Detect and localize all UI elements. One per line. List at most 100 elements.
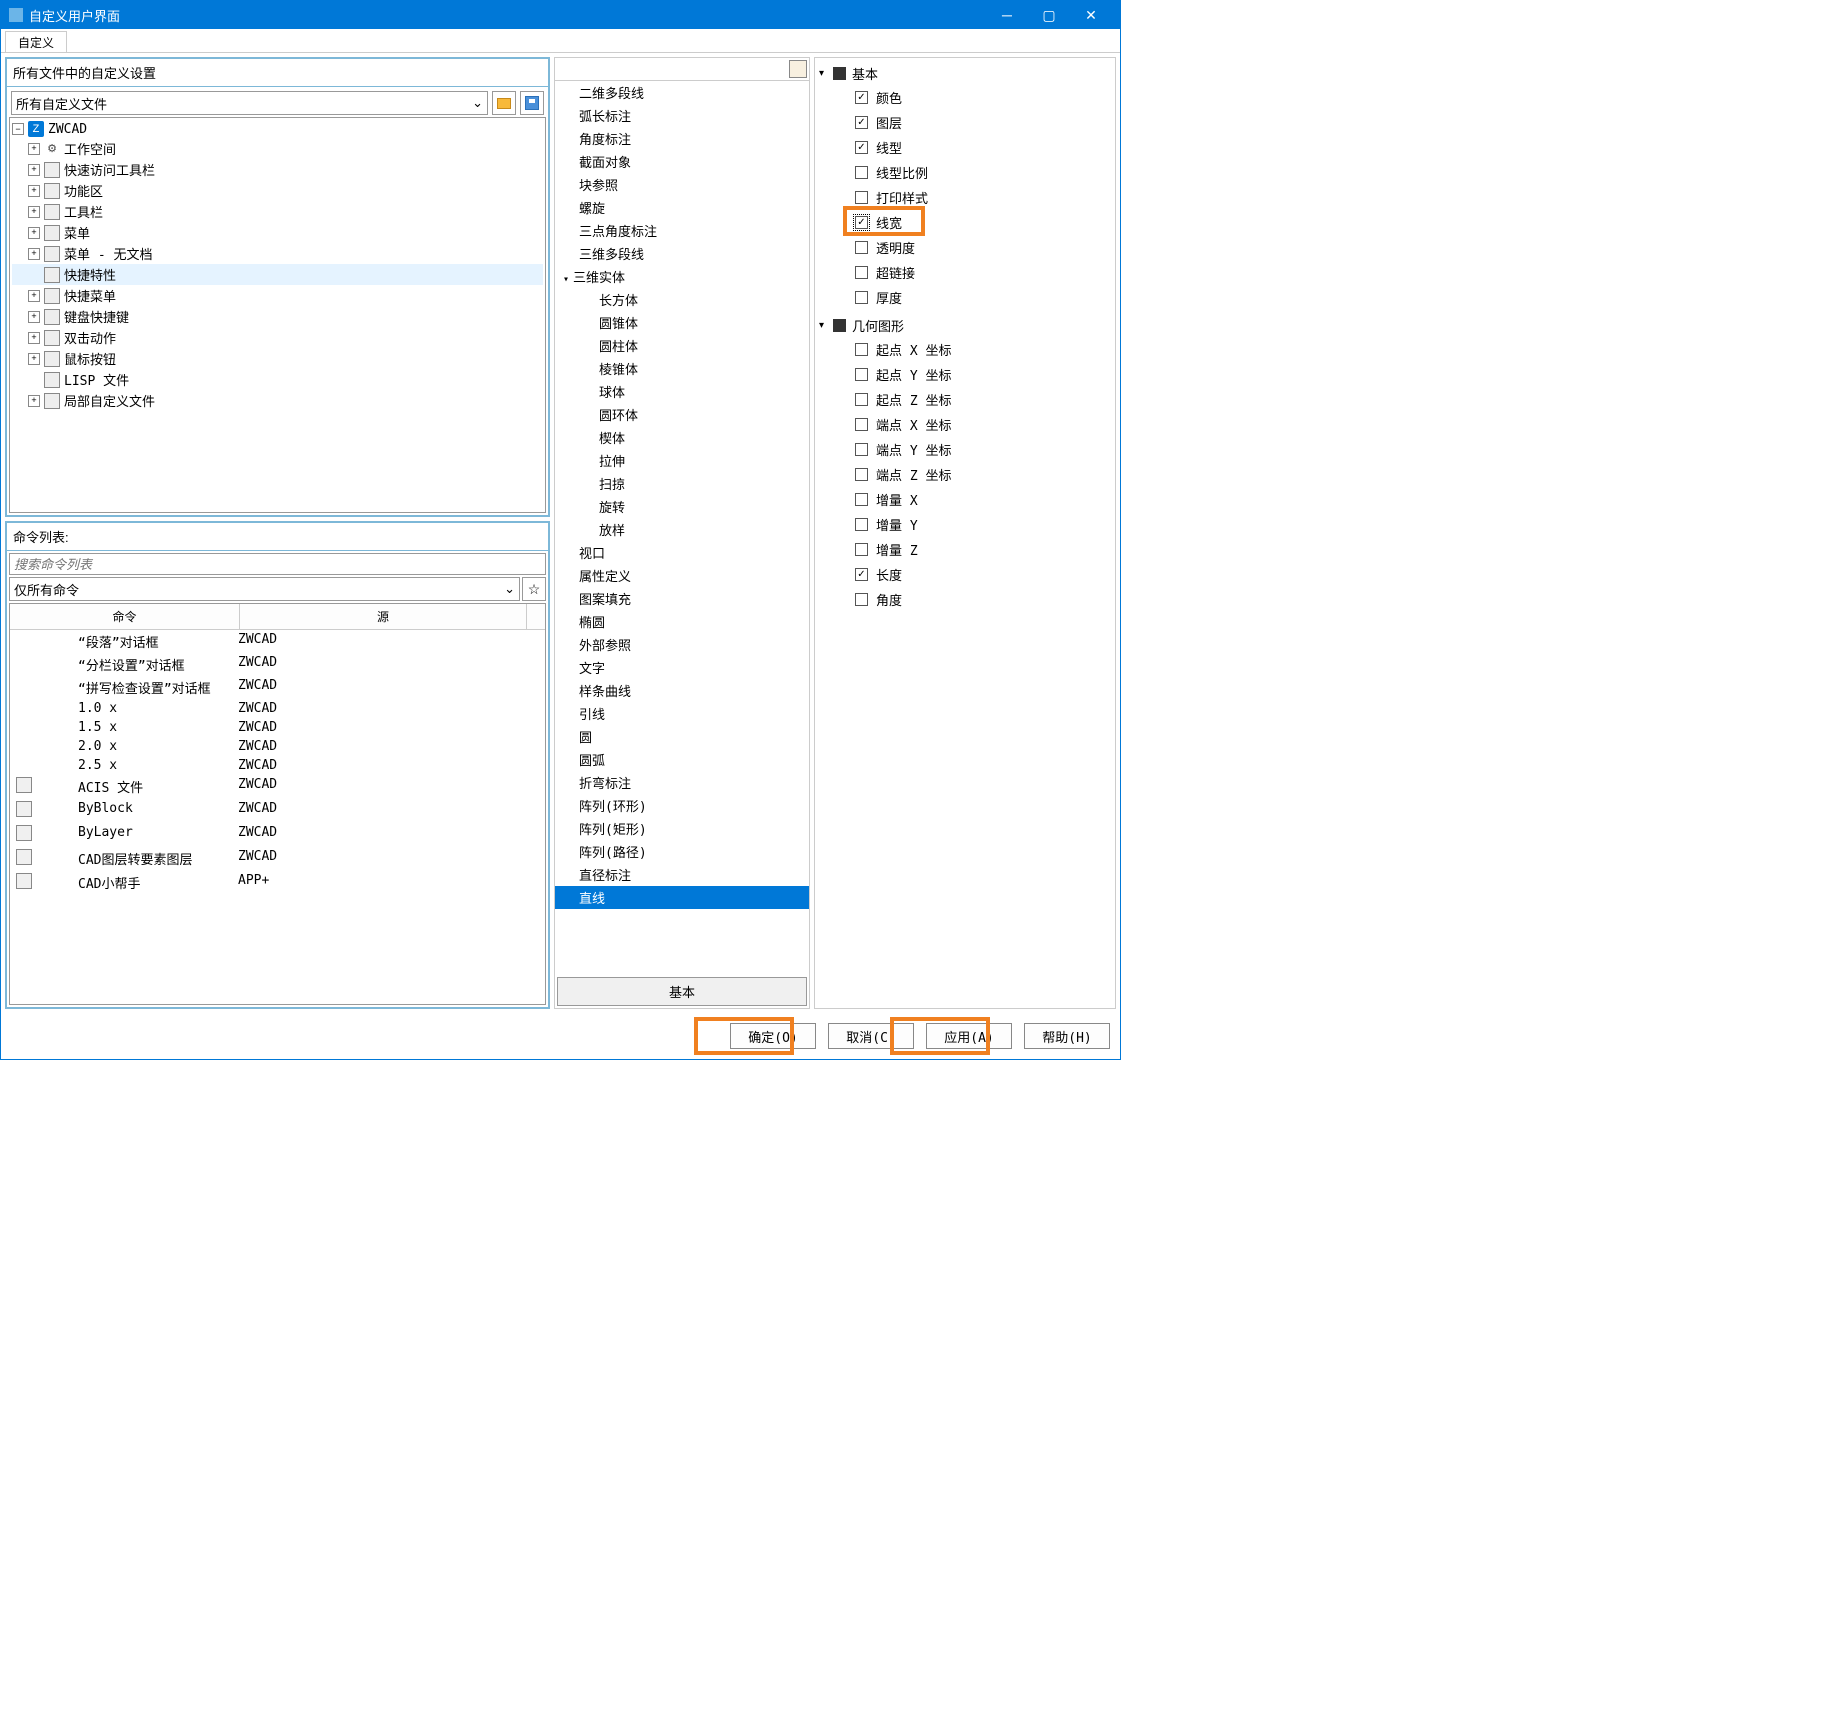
tree-node[interactable]: +鼠标按钮: [12, 348, 543, 369]
property-checkbox[interactable]: [855, 266, 868, 279]
object-type-item[interactable]: 圆环体: [555, 403, 809, 426]
tree-node[interactable]: +功能区: [12, 180, 543, 201]
object-type-item[interactable]: 阵列(环形): [555, 794, 809, 817]
tree-toggle[interactable]: +: [28, 311, 40, 323]
property-item[interactable]: 超链接: [819, 260, 1111, 285]
object-type-item[interactable]: 阵列(矩形): [555, 817, 809, 840]
property-item[interactable]: 起点 Z 坐标: [819, 387, 1111, 412]
command-row[interactable]: 2.5 xZWCAD: [10, 756, 545, 775]
object-type-item[interactable]: 圆弧: [555, 748, 809, 771]
property-checkbox[interactable]: [855, 368, 868, 381]
property-item[interactable]: 端点 Y 坐标: [819, 437, 1111, 462]
object-type-footer[interactable]: 基本: [557, 977, 807, 1006]
cancel-button[interactable]: 取消(C): [828, 1023, 914, 1049]
object-type-item[interactable]: 圆锥体: [555, 311, 809, 334]
object-type-item[interactable]: 长方体: [555, 288, 809, 311]
tree-node[interactable]: +快速访问工具栏: [12, 159, 543, 180]
property-checkbox[interactable]: [855, 141, 868, 154]
tree-node[interactable]: +⚙工作空间: [12, 138, 543, 159]
command-row[interactable]: 1.0 xZWCAD: [10, 699, 545, 718]
property-checkbox[interactable]: [855, 418, 868, 431]
property-item[interactable]: 打印样式: [819, 185, 1111, 210]
command-row[interactable]: “分栏设置”对话框ZWCAD: [10, 653, 545, 676]
object-type-item[interactable]: 三点角度标注: [555, 219, 809, 242]
tree-node[interactable]: +菜单: [12, 222, 543, 243]
tree-node[interactable]: +双击动作: [12, 327, 543, 348]
tree-toggle[interactable]: +: [28, 206, 40, 218]
property-checkbox[interactable]: [855, 468, 868, 481]
command-row[interactable]: CAD图层转要素图层ZWCAD: [10, 847, 545, 871]
object-type-item[interactable]: 折弯标注: [555, 771, 809, 794]
tree-node[interactable]: +菜单 - 无文档: [12, 243, 543, 264]
property-item[interactable]: 增量 Y: [819, 512, 1111, 537]
property-checkbox[interactable]: [855, 241, 868, 254]
tree-toggle[interactable]: +: [28, 143, 40, 155]
object-type-item[interactable]: 视口: [555, 541, 809, 564]
object-type-item[interactable]: 二维多段线: [555, 81, 809, 104]
property-item[interactable]: 线型比例: [819, 160, 1111, 185]
object-type-item[interactable]: 外部参照: [555, 633, 809, 656]
command-table-body[interactable]: “段落”对话框ZWCAD“分栏设置”对话框ZWCAD“拼写检查设置”对话框ZWC…: [10, 630, 545, 1004]
property-checkbox[interactable]: [855, 568, 868, 581]
property-item[interactable]: 起点 X 坐标: [819, 337, 1111, 362]
property-checkbox[interactable]: [855, 493, 868, 506]
property-checkbox[interactable]: [855, 518, 868, 531]
property-checkbox[interactable]: [855, 343, 868, 356]
object-type-item[interactable]: 弧长标注: [555, 104, 809, 127]
property-checkbox[interactable]: [855, 216, 868, 229]
property-item[interactable]: 厚度: [819, 285, 1111, 310]
command-row[interactable]: CAD小帮手APP+: [10, 871, 545, 895]
tree-toggle[interactable]: +: [28, 353, 40, 365]
object-type-item[interactable]: 楔体: [555, 426, 809, 449]
property-checkbox[interactable]: [855, 116, 868, 129]
property-item[interactable]: 端点 Z 坐标: [819, 462, 1111, 487]
tree-toggle[interactable]: −: [12, 123, 24, 135]
property-checkbox[interactable]: [855, 166, 868, 179]
property-checkbox[interactable]: [855, 393, 868, 406]
group-checkbox[interactable]: [833, 67, 846, 80]
tree-node[interactable]: −ZZWCAD: [12, 120, 543, 138]
command-row[interactable]: ByLayerZWCAD: [10, 823, 545, 847]
object-type-item[interactable]: 图案填充: [555, 587, 809, 610]
property-group-header[interactable]: ▾几何图形: [819, 314, 1111, 337]
object-type-item[interactable]: 样条曲线: [555, 679, 809, 702]
command-filter-dropdown[interactable]: 仅所有命令 ⌄: [9, 577, 520, 601]
command-row[interactable]: ByBlockZWCAD: [10, 799, 545, 823]
object-type-item[interactable]: 阵列(路径): [555, 840, 809, 863]
tree-toggle[interactable]: +: [28, 227, 40, 239]
object-type-item[interactable]: 球体: [555, 380, 809, 403]
object-type-item[interactable]: 圆柱体: [555, 334, 809, 357]
property-item[interactable]: 图层: [819, 110, 1111, 135]
object-type-item[interactable]: 直线: [555, 886, 809, 909]
object-type-item[interactable]: 块参照: [555, 173, 809, 196]
tree-toggle[interactable]: +: [28, 332, 40, 344]
property-item[interactable]: 颜色: [819, 85, 1111, 110]
file-scope-dropdown[interactable]: 所有自定义文件 ⌄: [11, 91, 488, 115]
command-row[interactable]: 1.5 xZWCAD: [10, 718, 545, 737]
object-type-item[interactable]: 拉伸: [555, 449, 809, 472]
property-item[interactable]: 增量 X: [819, 487, 1111, 512]
tree-toggle[interactable]: +: [28, 290, 40, 302]
tree-node[interactable]: 快捷特性: [12, 264, 543, 285]
object-type-item[interactable]: 棱锥体: [555, 357, 809, 380]
tree-node[interactable]: +工具栏: [12, 201, 543, 222]
property-item[interactable]: 线宽: [819, 210, 1111, 235]
panel-options-icon[interactable]: [789, 60, 807, 78]
apply-button[interactable]: 应用(A): [926, 1023, 1012, 1049]
object-type-item[interactable]: 引线: [555, 702, 809, 725]
property-item[interactable]: 线型: [819, 135, 1111, 160]
property-group-header[interactable]: ▾基本: [819, 62, 1111, 85]
object-type-item[interactable]: 属性定义: [555, 564, 809, 587]
object-type-item[interactable]: 截面对象: [555, 150, 809, 173]
minimize-button[interactable]: ─: [986, 1, 1028, 29]
property-checkbox[interactable]: [855, 593, 868, 606]
customize-tree[interactable]: −ZZWCAD+⚙工作空间+快速访问工具栏+功能区+工具栏+菜单+菜单 - 无文…: [9, 117, 546, 513]
command-search-input[interactable]: [9, 553, 546, 575]
object-type-item[interactable]: 螺旋: [555, 196, 809, 219]
maximize-button[interactable]: ▢: [1028, 1, 1070, 29]
tree-toggle[interactable]: +: [28, 164, 40, 176]
tree-node[interactable]: +快捷菜单: [12, 285, 543, 306]
tree-node[interactable]: +局部自定义文件: [12, 390, 543, 411]
close-button[interactable]: ✕: [1070, 1, 1112, 29]
group-checkbox[interactable]: [833, 319, 846, 332]
